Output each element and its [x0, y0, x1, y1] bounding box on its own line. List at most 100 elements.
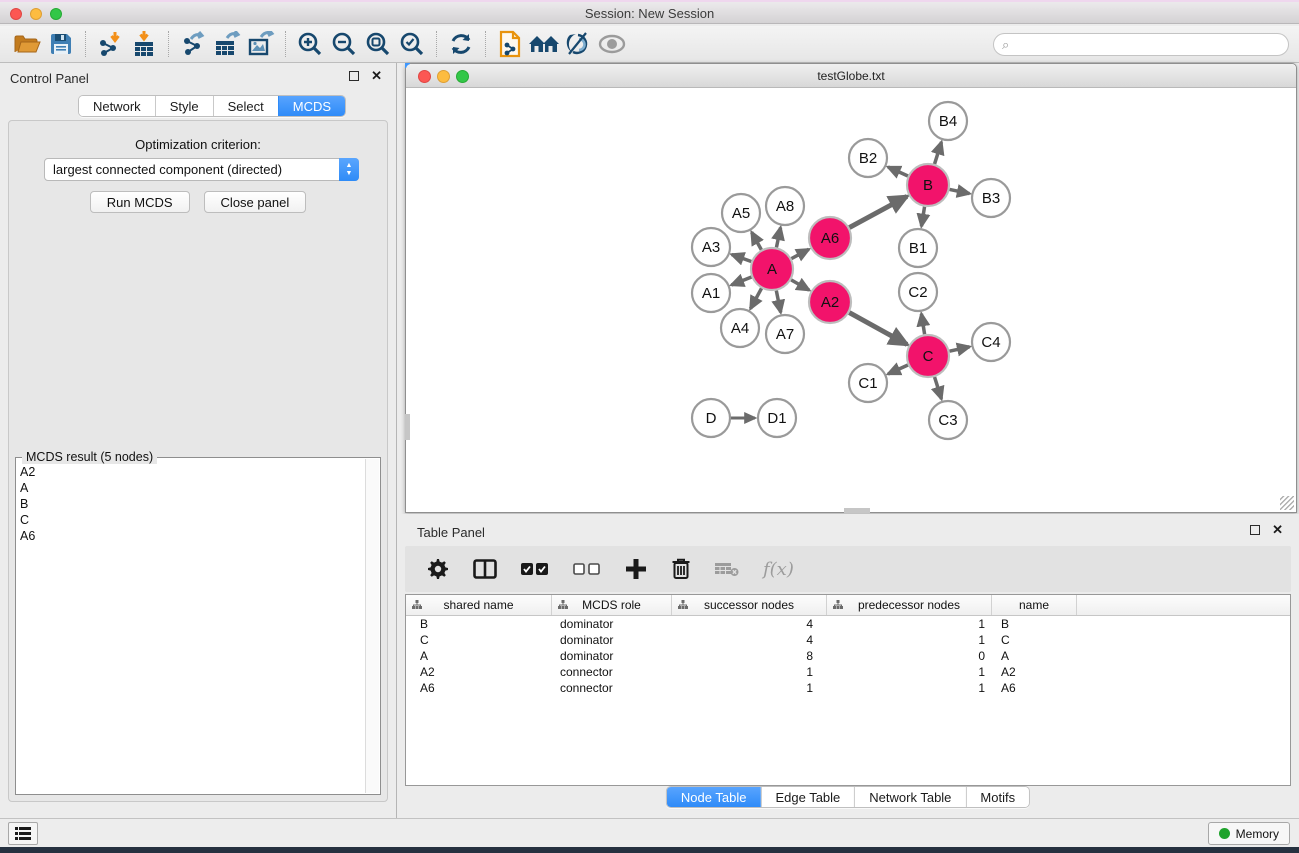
cell-shared-name[interactable]: A — [406, 649, 552, 663]
search-field[interactable]: ⌕ — [993, 33, 1289, 56]
cell-shared-name[interactable]: B — [406, 617, 552, 631]
mcds-result-item[interactable]: B — [20, 496, 364, 512]
node-D[interactable]: D — [692, 399, 730, 437]
close-panel-icon[interactable]: ✕ — [371, 71, 382, 81]
node-A3[interactable]: A3 — [692, 228, 730, 266]
mcds-result-item[interactable]: A — [20, 480, 364, 496]
edge-A-A4[interactable] — [750, 288, 761, 308]
cell-MCDS-role[interactable]: dominator — [552, 617, 672, 631]
tab-motifs[interactable]: Motifs — [965, 787, 1029, 807]
settings-icon[interactable] — [427, 558, 449, 580]
cell-predecessor-nodes[interactable]: 0 — [827, 649, 992, 663]
cell-MCDS-role[interactable]: connector — [552, 665, 672, 679]
edge-A-A1[interactable] — [731, 277, 751, 285]
cell-successor-nodes[interactable]: 4 — [672, 617, 827, 631]
edge-C-C4[interactable] — [949, 347, 969, 351]
cell-shared-name[interactable]: A2 — [406, 665, 552, 679]
table-row[interactable]: A2connector11A2 — [406, 664, 1290, 680]
edge-C-C1[interactable] — [888, 365, 908, 374]
import-network-icon[interactable] — [93, 29, 127, 59]
optimization-criterion-dropdown[interactable]: largest connected component (directed) ▲… — [44, 158, 359, 181]
cell-MCDS-role[interactable]: dominator — [552, 633, 672, 647]
mcds-result-list[interactable]: A2ABCA6 — [20, 464, 364, 792]
edge-A-A6[interactable] — [791, 249, 808, 258]
close-table-panel-icon[interactable]: ✕ — [1272, 525, 1283, 535]
zoom-in-icon[interactable] — [293, 29, 327, 59]
memory-button[interactable]: Memory — [1208, 822, 1290, 845]
cell-successor-nodes[interactable]: 1 — [672, 665, 827, 679]
table-row[interactable]: A6connector11A6 — [406, 680, 1290, 696]
network-canvas[interactable]: B4B2BB3A8A5A6A3B1AA1C2A2A4A7C4CC1C3DD1 — [406, 88, 1296, 512]
edge-B-B3[interactable] — [950, 189, 970, 193]
cell-predecessor-nodes[interactable]: 1 — [827, 665, 992, 679]
cell-name[interactable]: B — [992, 617, 1077, 631]
zoom-out-icon[interactable] — [327, 29, 361, 59]
table-row[interactable]: Cdominator41C — [406, 632, 1290, 648]
column-header-predecessor-nodes[interactable]: predecessor nodes — [827, 595, 992, 615]
refresh-icon[interactable] — [444, 29, 478, 59]
search-input[interactable] — [1009, 38, 1288, 52]
task-history-button[interactable] — [8, 822, 38, 845]
zoom-selected-icon[interactable] — [395, 29, 429, 59]
tab-style[interactable]: Style — [155, 96, 213, 116]
network-from-file-icon[interactable] — [493, 29, 527, 59]
cell-shared-name[interactable]: A6 — [406, 681, 552, 695]
cell-name[interactable]: A6 — [992, 681, 1077, 695]
select-all-icon[interactable] — [521, 563, 549, 576]
open-session-icon[interactable] — [10, 29, 44, 59]
mcds-result-item[interactable]: A2 — [20, 464, 364, 480]
node-table[interactable]: shared nameMCDS rolesuccessor nodesprede… — [405, 594, 1291, 786]
cell-successor-nodes[interactable]: 4 — [672, 633, 827, 647]
node-A7[interactable]: A7 — [766, 315, 804, 353]
cell-predecessor-nodes[interactable]: 1 — [827, 681, 992, 695]
show-hide-icon[interactable] — [561, 29, 595, 59]
edge-A-A2[interactable] — [791, 280, 809, 290]
node-A2[interactable]: A2 — [809, 281, 851, 323]
cell-MCDS-role[interactable]: connector — [552, 681, 672, 695]
cell-successor-nodes[interactable]: 8 — [672, 649, 827, 663]
column-header-name[interactable]: name — [992, 595, 1077, 615]
node-A6[interactable]: A6 — [809, 217, 851, 259]
edge-B-B2[interactable] — [888, 167, 908, 176]
mcds-result-item[interactable]: A6 — [20, 528, 364, 544]
node-A5[interactable]: A5 — [722, 194, 760, 232]
cell-predecessor-nodes[interactable]: 1 — [827, 617, 992, 631]
table-row[interactable]: Bdominator41B — [406, 616, 1290, 632]
edge-A-A3[interactable] — [732, 254, 752, 261]
float-table-panel-icon[interactable] — [1250, 525, 1260, 535]
add-column-icon[interactable] — [625, 558, 647, 580]
close-panel-button[interactable]: Close panel — [204, 191, 307, 213]
cell-MCDS-role[interactable]: dominator — [552, 649, 672, 663]
edge-A-A5[interactable] — [752, 232, 762, 250]
export-image-icon[interactable] — [244, 29, 278, 59]
export-network-icon[interactable] — [176, 29, 210, 59]
frame-bottom-handle[interactable] — [844, 508, 870, 513]
node-C3[interactable]: C3 — [929, 401, 967, 439]
run-mcds-button[interactable]: Run MCDS — [90, 191, 190, 213]
cell-successor-nodes[interactable]: 1 — [672, 681, 827, 695]
export-table-icon[interactable] — [210, 29, 244, 59]
node-B[interactable]: B — [907, 164, 949, 206]
network-window-titlebar[interactable]: testGlobe.txt — [406, 64, 1296, 88]
node-C2[interactable]: C2 — [899, 273, 937, 311]
cell-name[interactable]: C — [992, 633, 1077, 647]
edge-A2-C[interactable] — [849, 313, 907, 345]
float-panel-icon[interactable] — [349, 71, 359, 81]
import-table-icon[interactable] — [127, 29, 161, 59]
node-A1[interactable]: A1 — [692, 274, 730, 312]
mcds-result-item[interactable]: C — [20, 512, 364, 528]
node-C[interactable]: C — [907, 335, 949, 377]
result-scrollbar[interactable] — [365, 459, 379, 793]
tab-mcds[interactable]: MCDS — [278, 96, 345, 116]
cell-name[interactable]: A2 — [992, 665, 1077, 679]
tab-node-table[interactable]: Node Table — [667, 787, 761, 807]
frame-resize-grip-icon[interactable] — [1280, 496, 1294, 510]
tab-select[interactable]: Select — [213, 96, 278, 116]
node-D1[interactable]: D1 — [758, 399, 796, 437]
column-header-MCDS-role[interactable]: MCDS role — [552, 595, 672, 615]
save-session-icon[interactable] — [44, 29, 78, 59]
node-C1[interactable]: C1 — [849, 364, 887, 402]
edge-C-C3[interactable] — [935, 377, 942, 399]
node-B3[interactable]: B3 — [972, 179, 1010, 217]
node-B2[interactable]: B2 — [849, 139, 887, 177]
